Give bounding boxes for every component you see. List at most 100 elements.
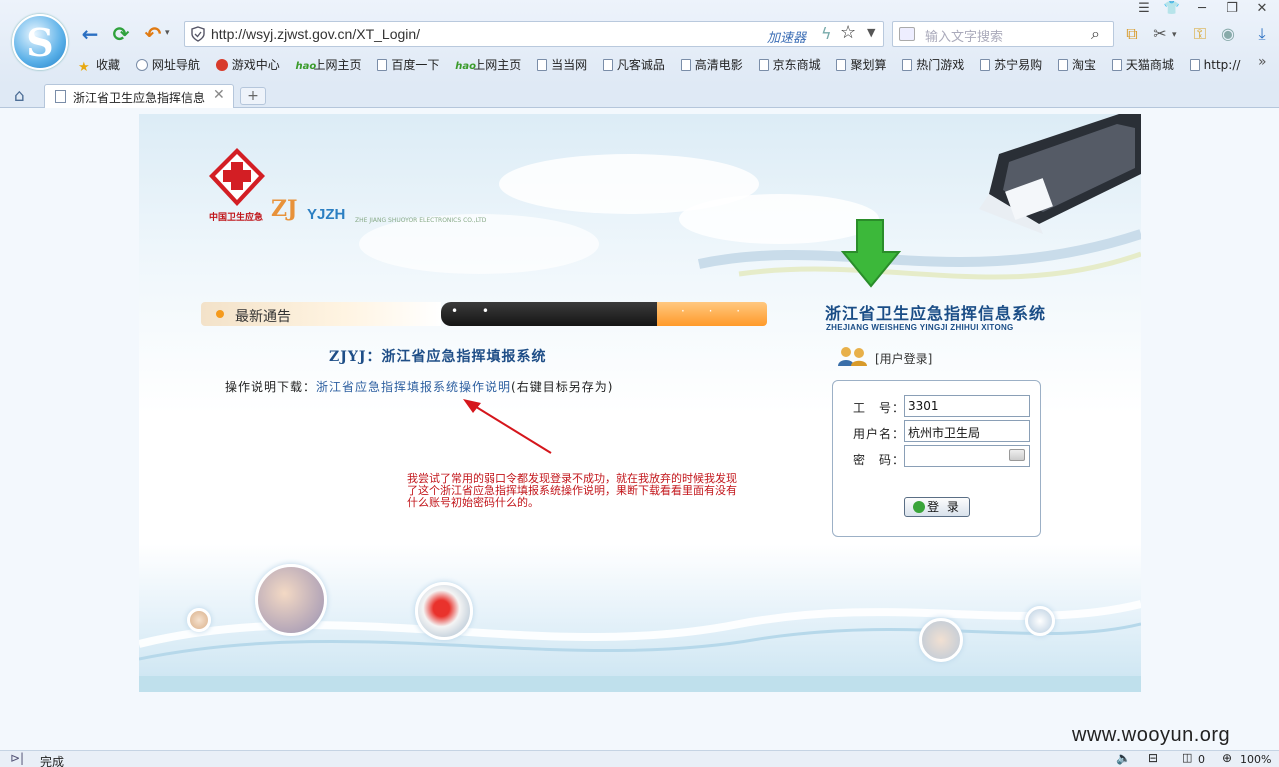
green-arrow-icon <box>840 219 902 288</box>
globe-icon <box>135 59 148 71</box>
watermark-text: www.wooyun.org <box>1072 724 1231 746</box>
url-text[interactable]: http://wsyj.zjwst.gov.cn/XT_Login/ <box>211 26 420 42</box>
notice-title: 最新通告 <box>235 309 291 325</box>
bookmark-item[interactable]: 淘宝 <box>1057 56 1096 73</box>
key-icon[interactable]: ⚿ <box>1190 24 1210 44</box>
bookmark-item[interactable]: 高清电影 <box>680 56 743 73</box>
bookmarks-bar: ★ 收藏 网址导航 游戏中心 hao上网主页 百度一下 hao上网主页 当当网 凡… <box>78 54 1267 76</box>
manual-prefix: 操作说明下载： <box>225 380 317 394</box>
bookmark-item[interactable]: hao上网主页 <box>455 56 521 73</box>
page-icon <box>377 59 388 71</box>
address-bar[interactable]: http://wsyj.zjwst.gov.cn/XT_Login/ 加速器 ϟ… <box>184 21 884 47</box>
ad-block-icon[interactable]: ◫ <box>1182 751 1192 764</box>
search-placeholder[interactable]: 输入文字搜索 <box>925 26 1003 45</box>
search-icon[interactable]: ⌕ <box>1091 24 1100 44</box>
bookmark-item[interactable]: 京东商城 <box>758 56 821 73</box>
close-window-icon[interactable]: ✕ <box>1252 1 1272 16</box>
address-dropdown-icon[interactable]: ▼ <box>867 26 875 39</box>
minimize-icon[interactable]: ─ <box>1192 1 1212 16</box>
browser-logo-icon[interactable]: S <box>12 14 68 70</box>
username-input[interactable]: 杭州市卫生局 <box>904 420 1030 442</box>
scissors-icon[interactable]: ✂ <box>1150 24 1170 44</box>
zoom-level[interactable]: 100% <box>1240 753 1271 766</box>
volume-icon[interactable]: 🔈 <box>1116 751 1131 765</box>
new-tab-button[interactable]: + <box>240 87 266 105</box>
logo-zj: ZJ <box>271 196 298 222</box>
notice-bar: 最新通告 • • · · · <box>201 302 767 326</box>
page-icon <box>537 59 548 71</box>
bookmark-item[interactable]: http:// <box>1189 58 1240 72</box>
bookmark-item[interactable]: 聚划算 <box>836 56 886 73</box>
user-login-label: [用户登录] <box>875 352 933 366</box>
employee-id-input[interactable]: 3301 <box>904 395 1030 417</box>
favorite-star-icon[interactable]: ☆ <box>840 22 856 43</box>
login-button[interactable]: 登 录 <box>904 497 970 517</box>
back-icon[interactable]: ← <box>78 22 102 46</box>
notice-bullet-icon <box>216 310 224 318</box>
bookmark-item[interactable]: 当当网 <box>537 56 587 73</box>
notice-dots-dark: • • <box>451 304 499 318</box>
annotation-text: 我尝试了常用的弱口令都发现登录不成功，就在我放弃的时候我发现了这个浙江省应急指挥… <box>407 472 737 509</box>
tab-close-icon[interactable]: ✕ <box>213 87 225 103</box>
keyboard-icon[interactable] <box>1009 449 1025 461</box>
scissors-dropdown-icon[interactable]: ▾ <box>1172 30 1177 40</box>
system-heading: ZJYJ：浙江省应急指挥填报系统 <box>329 349 547 365</box>
accelerator-button[interactable]: 加速器 <box>767 27 806 46</box>
hao-icon: hao <box>455 61 476 72</box>
check-icon <box>913 501 926 513</box>
bookmark-item[interactable]: 网址导航 <box>135 56 200 73</box>
users-icon <box>838 347 867 366</box>
search-box[interactable]: 输入文字搜索 ⌕ <box>892 21 1114 47</box>
bookmark-item[interactable]: 凡客诚品 <box>602 56 665 73</box>
photo-bubble <box>187 608 211 632</box>
photo-bubble <box>415 582 473 640</box>
page-icon <box>602 59 613 71</box>
tab-title: 浙江省卫生应急指挥信息 <box>73 91 206 105</box>
red-cross-logo <box>209 148 265 206</box>
undo-close-icon[interactable]: ↶ <box>141 22 165 46</box>
lightning-icon[interactable]: ϟ <box>821 24 832 43</box>
manual-suffix: (右键目标另存为) <box>511 380 614 394</box>
download-icon[interactable]: ⤓ <box>1252 24 1272 44</box>
password-label: 密 码： <box>853 453 906 467</box>
manual-download-link[interactable]: 浙江省应急指挥填报系统操作说明 <box>316 380 511 394</box>
collect-icon[interactable]: ⧉ <box>1122 24 1142 44</box>
page-icon <box>758 59 769 71</box>
bookmark-item[interactable]: 百度一下 <box>377 56 439 73</box>
page-icon <box>902 59 913 71</box>
bookmark-item[interactable]: 热门游戏 <box>902 56 964 73</box>
bookmark-item[interactable]: hao上网主页 <box>296 56 362 73</box>
annotation-arrow-icon <box>463 399 552 454</box>
bookmarks-more-icon[interactable]: » <box>1258 54 1267 70</box>
system-subtitle: ZHEJIANG WEISHENG YINGJI ZHIHUI XITONG <box>826 323 1014 332</box>
zoom-icon[interactable]: ⊕ <box>1222 751 1232 765</box>
status-play-icon[interactable]: ⊳| <box>10 751 24 765</box>
photo-bubble <box>1025 606 1055 636</box>
notice-dots-orange: · · · <box>681 304 751 318</box>
page-icon <box>680 59 691 71</box>
page-icon <box>1057 59 1068 71</box>
undo-dropdown-icon[interactable]: ▾ <box>165 28 170 38</box>
chat-icon[interactable]: ◉ <box>1218 24 1238 44</box>
bookmark-item[interactable]: 苏宁易购 <box>980 56 1042 73</box>
logo-subtitle: ZHE JIANG SHUOYOR ELECTRONICS CO.,LTD <box>355 217 487 224</box>
tab-active[interactable]: 浙江省卫生应急指挥信息 ✕ <box>44 84 234 108</box>
bookmark-item[interactable]: ★ 收藏 <box>78 56 120 75</box>
home-icon[interactable]: ⌂ <box>14 86 25 106</box>
refresh-icon[interactable]: ⟳ <box>109 22 133 46</box>
skin-icon[interactable]: 👕 <box>1162 1 1182 16</box>
manual-download-line: 操作说明下载：浙江省应急指挥填报系统操作说明(右键目标另存为) <box>225 378 613 395</box>
laptop-illustration <box>979 114 1141 234</box>
status-briefcase-icon[interactable]: ⊟ <box>1148 751 1158 765</box>
page-icon <box>1189 59 1200 71</box>
bookmark-item[interactable]: 天猫商城 <box>1111 56 1174 73</box>
search-engine-icon[interactable] <box>899 27 915 41</box>
login-page: 中国卫生应急 ZJ YJZH ZHE JIANG SHUOYOR ELECTRO… <box>139 114 1141 692</box>
restore-icon[interactable]: ❐ <box>1222 1 1242 16</box>
menu-icon[interactable]: ☰ <box>1134 1 1154 16</box>
system-title: 浙江省卫生应急指挥信息系统 <box>825 304 1047 323</box>
page-icon <box>55 90 66 103</box>
footer-bar <box>139 676 1141 692</box>
bookmark-item[interactable]: 游戏中心 <box>215 56 280 73</box>
photo-bubble <box>919 618 963 662</box>
